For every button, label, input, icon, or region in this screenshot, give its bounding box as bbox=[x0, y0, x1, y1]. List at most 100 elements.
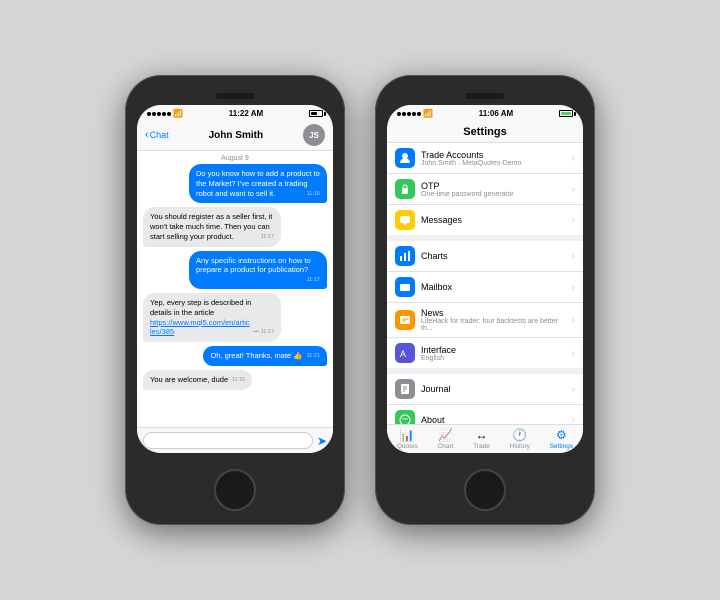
wifi-icon: 📶 bbox=[423, 109, 433, 118]
otp-icon bbox=[395, 179, 415, 199]
chevron-icon: › bbox=[572, 415, 575, 425]
back-arrow-icon: ‹ bbox=[145, 129, 149, 141]
charts-label: Charts bbox=[421, 251, 566, 261]
chart-tab-icon: 📈 bbox=[438, 428, 453, 442]
battery-icon bbox=[559, 110, 573, 117]
message-bubble: Do you know how to add a product to the … bbox=[189, 164, 327, 203]
chat-back-label: Chat bbox=[150, 130, 169, 140]
chat-screen: 📶 11:22 AM ‹ Chat John Smith JS August 9 bbox=[137, 105, 333, 453]
settings-screen: 📶 11:06 AM Settings Trad bbox=[387, 105, 583, 453]
avatar: JS bbox=[303, 124, 325, 146]
trade-accounts-text: Trade Accounts John Smith · MetaQuotes-D… bbox=[421, 150, 566, 167]
chevron-icon: › bbox=[572, 153, 575, 164]
send-icon[interactable]: ➤ bbox=[317, 434, 327, 448]
chat-messages: Do you know how to add a product to the … bbox=[137, 164, 333, 427]
journal-label: Journal bbox=[421, 384, 566, 394]
message-text: You should register as a seller first, i… bbox=[150, 212, 272, 241]
chat-back-button[interactable]: ‹ Chat bbox=[145, 129, 169, 141]
trade-accounts-label: Trade Accounts bbox=[421, 150, 566, 160]
messages-icon bbox=[395, 210, 415, 230]
quotes-tab-icon: 📊 bbox=[400, 428, 415, 442]
chevron-icon: › bbox=[572, 215, 575, 226]
phone-chat: 📶 11:22 AM ‹ Chat John Smith JS August 9 bbox=[125, 75, 345, 525]
settings-row-trade-accounts[interactable]: Trade Accounts John Smith · MetaQuotes-D… bbox=[387, 143, 583, 174]
news-sub: LifeHack for trader: four backtests are … bbox=[421, 318, 566, 332]
mailbox-label: Mailbox bbox=[421, 282, 566, 292]
settings-row-otp[interactable]: OTP One-time password generator › bbox=[387, 174, 583, 205]
tab-bar: 📊 Quotes 📈 Chart ↔ Trade 🕐 History ⚙ Set… bbox=[387, 424, 583, 453]
status-right bbox=[559, 110, 573, 117]
tab-chart[interactable]: 📈 Chart bbox=[438, 428, 454, 450]
message-text: Oh, great! Thanks, mate 👍 bbox=[210, 351, 302, 360]
settings-tab-label: Settings bbox=[550, 443, 574, 450]
settings-group-3: Journal › About › bbox=[387, 374, 583, 424]
message-text: Yep, every step is described in details … bbox=[150, 298, 251, 336]
message-time: 11:17 bbox=[261, 234, 274, 241]
chat-date: August 9 bbox=[137, 151, 333, 164]
message-text: Do you know how to add a product to the … bbox=[196, 169, 320, 198]
trade-accounts-icon bbox=[395, 148, 415, 168]
message-text: You are welcome, dude bbox=[150, 375, 228, 384]
interface-text: Interface English bbox=[421, 345, 566, 362]
tab-trade[interactable]: ↔ Trade bbox=[473, 428, 490, 450]
settings-row-charts[interactable]: Charts › bbox=[387, 241, 583, 272]
battery-icon bbox=[309, 110, 323, 117]
message-bubble: Any specific instructions on how to prep… bbox=[189, 251, 327, 290]
news-icon bbox=[395, 310, 415, 330]
message-bubble: Yep, every step is described in details … bbox=[143, 293, 281, 342]
status-time: 11:22 AM bbox=[229, 109, 263, 118]
settings-tab-icon: ⚙ bbox=[556, 428, 567, 442]
phone-settings: 📶 11:06 AM Settings Trad bbox=[375, 75, 595, 525]
settings-nav-bar: Settings bbox=[387, 120, 583, 143]
interface-sub: English bbox=[421, 355, 566, 362]
mailbox-icon bbox=[395, 277, 415, 297]
about-label: About bbox=[421, 415, 566, 424]
messages-text: Messages bbox=[421, 215, 566, 225]
news-label: News bbox=[421, 308, 566, 318]
chevron-icon: › bbox=[572, 184, 575, 195]
settings-row-news[interactable]: News LifeHack for trader: four backtests… bbox=[387, 303, 583, 338]
chevron-icon: › bbox=[572, 282, 575, 293]
otp-label: OTP bbox=[421, 181, 566, 191]
message-bubble: Oh, great! Thanks, mate 👍 11:21 bbox=[203, 346, 327, 366]
chart-tab-label: Chart bbox=[438, 443, 454, 450]
trade-tab-icon: ↔ bbox=[476, 428, 488, 442]
message-link[interactable]: https://www.mql5.com/en/artic les/385 bbox=[150, 318, 250, 337]
settings-row-mailbox[interactable]: Mailbox › bbox=[387, 272, 583, 303]
charts-icon bbox=[395, 246, 415, 266]
message-time: ••• 11:17 bbox=[253, 329, 274, 336]
news-text: News LifeHack for trader: four backtests… bbox=[421, 308, 566, 332]
chat-input[interactable] bbox=[143, 432, 313, 449]
settings-row-about[interactable]: About › bbox=[387, 405, 583, 424]
settings-row-messages[interactable]: Messages › bbox=[387, 205, 583, 235]
tab-history[interactable]: 🕐 History bbox=[510, 428, 530, 450]
journal-text: Journal bbox=[421, 384, 566, 394]
tab-settings[interactable]: ⚙ Settings bbox=[550, 428, 574, 450]
status-bar-settings: 📶 11:06 AM bbox=[387, 105, 583, 120]
mailbox-text: Mailbox bbox=[421, 282, 566, 292]
settings-group-2: Charts › Mailbox › bbox=[387, 241, 583, 368]
about-icon bbox=[395, 410, 415, 424]
chat-nav-bar: ‹ Chat John Smith JS bbox=[137, 120, 333, 151]
message-text: Any specific instructions on how to prep… bbox=[196, 256, 311, 275]
status-time: 11:06 AM bbox=[479, 109, 513, 118]
chevron-icon: › bbox=[572, 315, 575, 326]
trade-tab-label: Trade bbox=[473, 443, 490, 450]
journal-icon bbox=[395, 379, 415, 399]
svg-text:A: A bbox=[400, 349, 406, 359]
status-bar-chat: 📶 11:22 AM bbox=[137, 105, 333, 120]
chat-input-bar: ➤ bbox=[137, 427, 333, 453]
chat-contact-name: John Smith bbox=[209, 130, 263, 141]
settings-row-journal[interactable]: Journal › bbox=[387, 374, 583, 405]
chevron-icon: › bbox=[572, 384, 575, 395]
settings-list: Trade Accounts John Smith · MetaQuotes-D… bbox=[387, 143, 583, 424]
messages-label: Messages bbox=[421, 215, 566, 225]
interface-icon: A bbox=[395, 343, 415, 363]
settings-row-interface[interactable]: A Interface English › bbox=[387, 338, 583, 368]
otp-text: OTP One-time password generator bbox=[421, 181, 566, 198]
chevron-icon: › bbox=[572, 348, 575, 359]
message-time: 11:21 bbox=[307, 353, 320, 360]
quotes-tab-label: Quotes bbox=[397, 443, 418, 450]
tab-quotes[interactable]: 📊 Quotes bbox=[397, 428, 418, 450]
signal-icon bbox=[147, 112, 171, 116]
